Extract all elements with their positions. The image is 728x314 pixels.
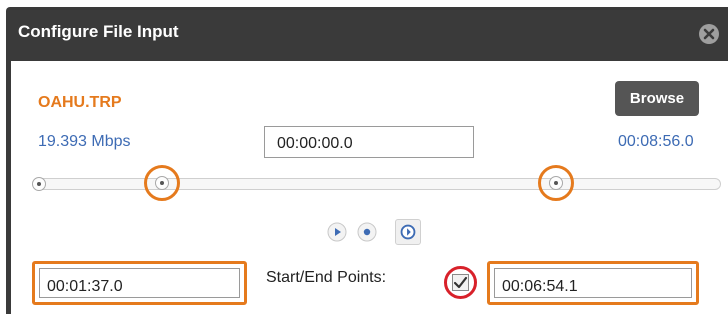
start-time-highlight: 00:01:37.0 xyxy=(32,261,247,305)
dialog-title: Configure File Input xyxy=(18,22,179,41)
checkbox-highlight xyxy=(444,266,477,299)
end-point-handle[interactable] xyxy=(549,176,563,190)
browse-button[interactable]: Browse xyxy=(615,81,699,116)
dialog-titlebar: Configure File Input xyxy=(6,7,728,61)
playhead-handle[interactable] xyxy=(32,177,46,191)
bitrate-readout: 19.393 Mbps xyxy=(38,133,131,150)
start-point-handle[interactable] xyxy=(155,176,169,190)
configure-file-input-dialog: Configure File Input OAHU.TRP Browse 19.… xyxy=(6,7,728,314)
start-time-field[interactable]: 00:01:37.0 xyxy=(39,268,240,298)
current-time-field[interactable]: 00:00:00.0 xyxy=(264,126,474,158)
stop-icon[interactable] xyxy=(356,221,378,243)
file-name: OAHU.TRP xyxy=(38,94,122,111)
duration-readout: 00:08:56.0 xyxy=(618,133,694,150)
set-point-icon[interactable] xyxy=(395,219,421,245)
start-end-points-checkbox[interactable] xyxy=(452,274,469,291)
close-icon[interactable] xyxy=(698,23,720,45)
timeline-track[interactable] xyxy=(33,178,721,190)
checkmark-icon xyxy=(453,276,468,289)
dialog-content: OAHU.TRP Browse 19.393 Mbps 00:00:00.0 0… xyxy=(11,61,728,314)
end-time-field[interactable]: 00:06:54.1 xyxy=(494,268,692,298)
end-time-highlight: 00:06:54.1 xyxy=(487,261,699,305)
start-end-points-label: Start/End Points: xyxy=(266,269,387,286)
play-icon[interactable] xyxy=(326,221,348,243)
